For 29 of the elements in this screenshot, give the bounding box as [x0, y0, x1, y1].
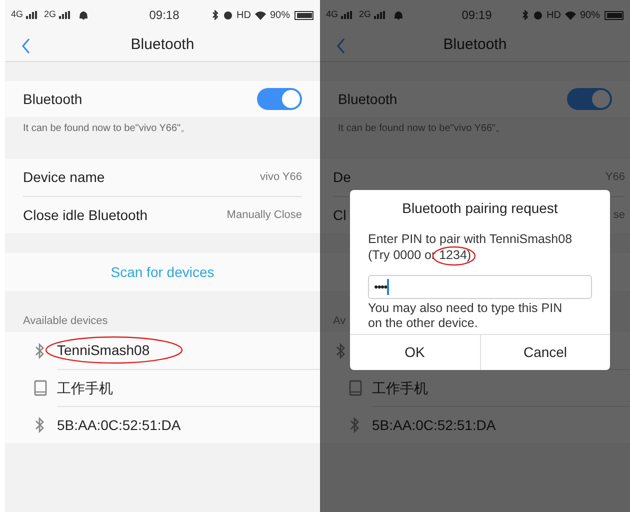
clock-time: 09:19 [460, 7, 493, 24]
network-label: 2G [44, 8, 56, 22]
dialog-button[interactable]: Cancel [480, 335, 610, 370]
device-name[interactable]: 5B:AA:0C:52:51:DA [57, 414, 181, 436]
network-label: 4G [11, 8, 24, 22]
row-label: Bluetooth [338, 90, 398, 108]
hd-label: HD [546, 8, 561, 22]
row-label: Bluetooth [23, 90, 84, 108]
caption-text: It can be found now to be"vivo Y66"。 [23, 122, 191, 136]
battery-percent: 90% [270, 8, 290, 22]
pin-field[interactable]: •••• [368, 275, 592, 299]
hd-label: HD [236, 8, 251, 22]
network-label: 2G [359, 8, 372, 22]
pin-value: •••• [374, 279, 387, 296]
caption-text: It can be found now to be"vivo Y66"。 [338, 122, 506, 136]
device-name[interactable]: 工作手机 [57, 378, 113, 398]
row-label[interactable]: Device name [23, 167, 260, 188]
dialog-button[interactable]: OK [350, 335, 480, 370]
network-label: 4G [326, 8, 338, 22]
row-value: vivo Y66 [260, 170, 302, 186]
battery-percent: 90% [580, 8, 600, 22]
dialog-hint: You may also need to type this PIN on the other device. [367, 300, 564, 332]
dialog-title: Bluetooth pairing request [401, 199, 559, 218]
screen-title: Bluetooth [442, 35, 508, 56]
row-label[interactable]: Close idle Bluetooth [23, 204, 227, 226]
section-label: Available devices [23, 314, 108, 328]
clock-time: 09:18 [148, 7, 180, 24]
row-value: Manually Close [226, 208, 302, 223]
screen-title: Bluetooth [130, 35, 196, 56]
